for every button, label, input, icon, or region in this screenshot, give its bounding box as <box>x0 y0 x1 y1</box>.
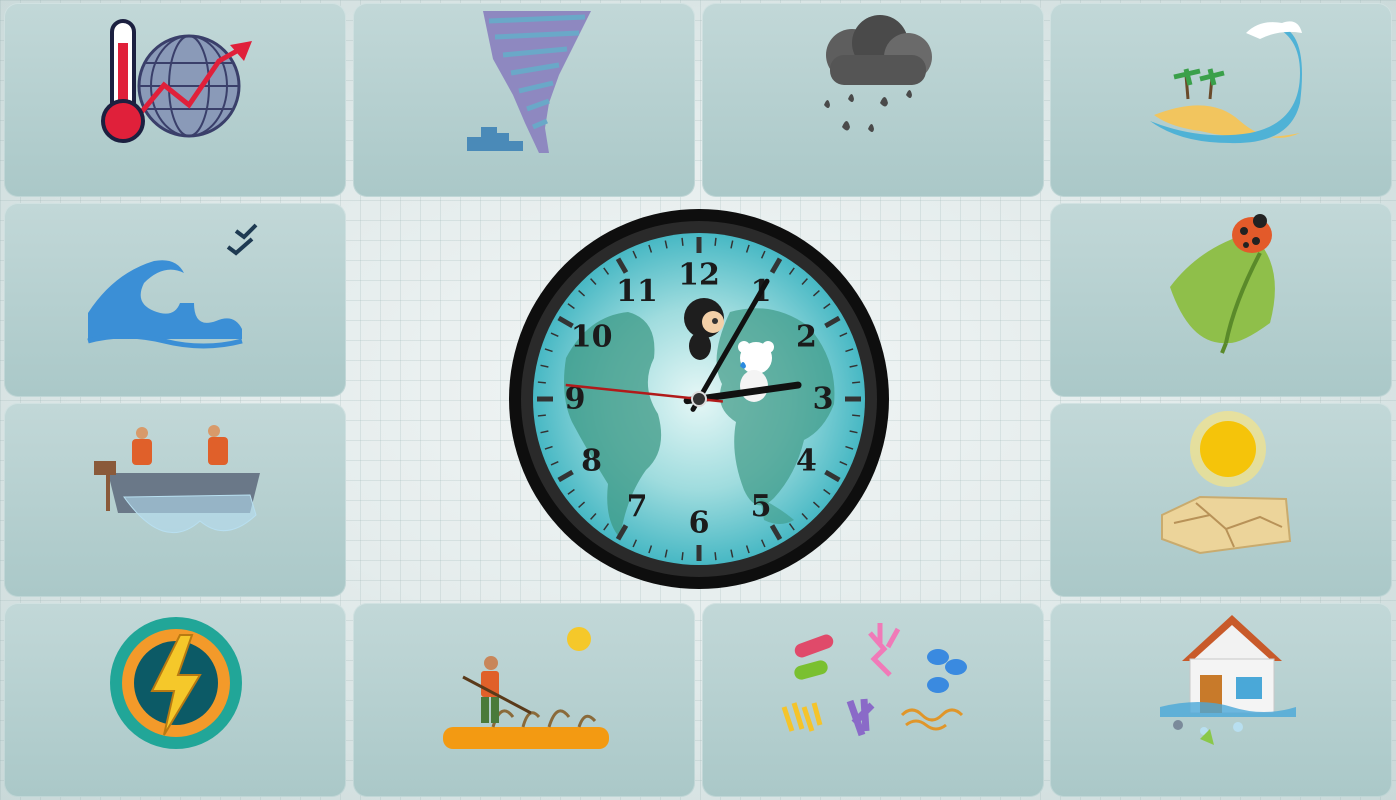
minute-tick <box>681 552 684 561</box>
clock-numeral-12: 12 <box>678 258 720 293</box>
sun-cracked-earth-icon <box>1161 411 1292 555</box>
tile-heavy-rain[interactable] <box>702 3 1044 197</box>
farmer-withered-crops-icon <box>443 627 609 749</box>
clock-numeral-4: 4 <box>796 444 817 479</box>
tile-flood[interactable] <box>1050 603 1392 797</box>
lightning-energy-icon <box>110 617 242 749</box>
tile-disease[interactable] <box>702 603 1044 797</box>
tile-energy[interactable] <box>4 603 346 797</box>
bacteria-icon <box>781 623 967 737</box>
clock-numeral-5: 5 <box>751 489 772 524</box>
tile-fishing[interactable] <box>4 403 346 597</box>
sea-wave-icon <box>87 223 258 349</box>
tile-tsunami[interactable] <box>1050 3 1392 197</box>
clock-numeral-2: 2 <box>796 320 817 355</box>
minute-tick <box>537 381 546 384</box>
minute-tick <box>714 237 717 246</box>
clock-numeral-3: 3 <box>813 382 834 417</box>
minute-tick <box>852 414 861 417</box>
minute-tick <box>714 552 717 561</box>
ladybug-leaf-icon <box>1170 214 1275 354</box>
tile-sea-level-rise[interactable] <box>4 203 346 397</box>
tile-drought[interactable] <box>1050 403 1392 597</box>
tsunami-wave-icon <box>1150 21 1302 144</box>
tile-pests[interactable] <box>1050 203 1392 397</box>
clock-numeral-10: 10 <box>571 320 613 355</box>
tile-global-warming[interactable] <box>4 3 346 197</box>
clock-numeral-7: 7 <box>627 489 648 524</box>
minute-tick <box>852 381 861 384</box>
clock-face: 121234567891011 <box>509 209 889 589</box>
tornado-icon <box>467 11 591 153</box>
clock-numeral-6: 6 <box>689 506 710 541</box>
fishermen-net-icon <box>94 425 260 534</box>
tile-crop-failure[interactable] <box>353 603 695 797</box>
clock-numeral-8: 8 <box>581 444 602 479</box>
minute-tick <box>681 237 684 246</box>
thermometer-globe-icon <box>101 19 252 143</box>
clock-center-pin <box>691 391 707 407</box>
rain-cloud-icon <box>824 15 932 132</box>
tile-tornado[interactable] <box>353 3 695 197</box>
minute-tick <box>537 414 546 417</box>
clock-numeral-11: 11 <box>616 274 658 309</box>
flooded-house-icon <box>1160 615 1296 745</box>
world-clock[interactable]: 121234567891011 <box>508 208 890 590</box>
